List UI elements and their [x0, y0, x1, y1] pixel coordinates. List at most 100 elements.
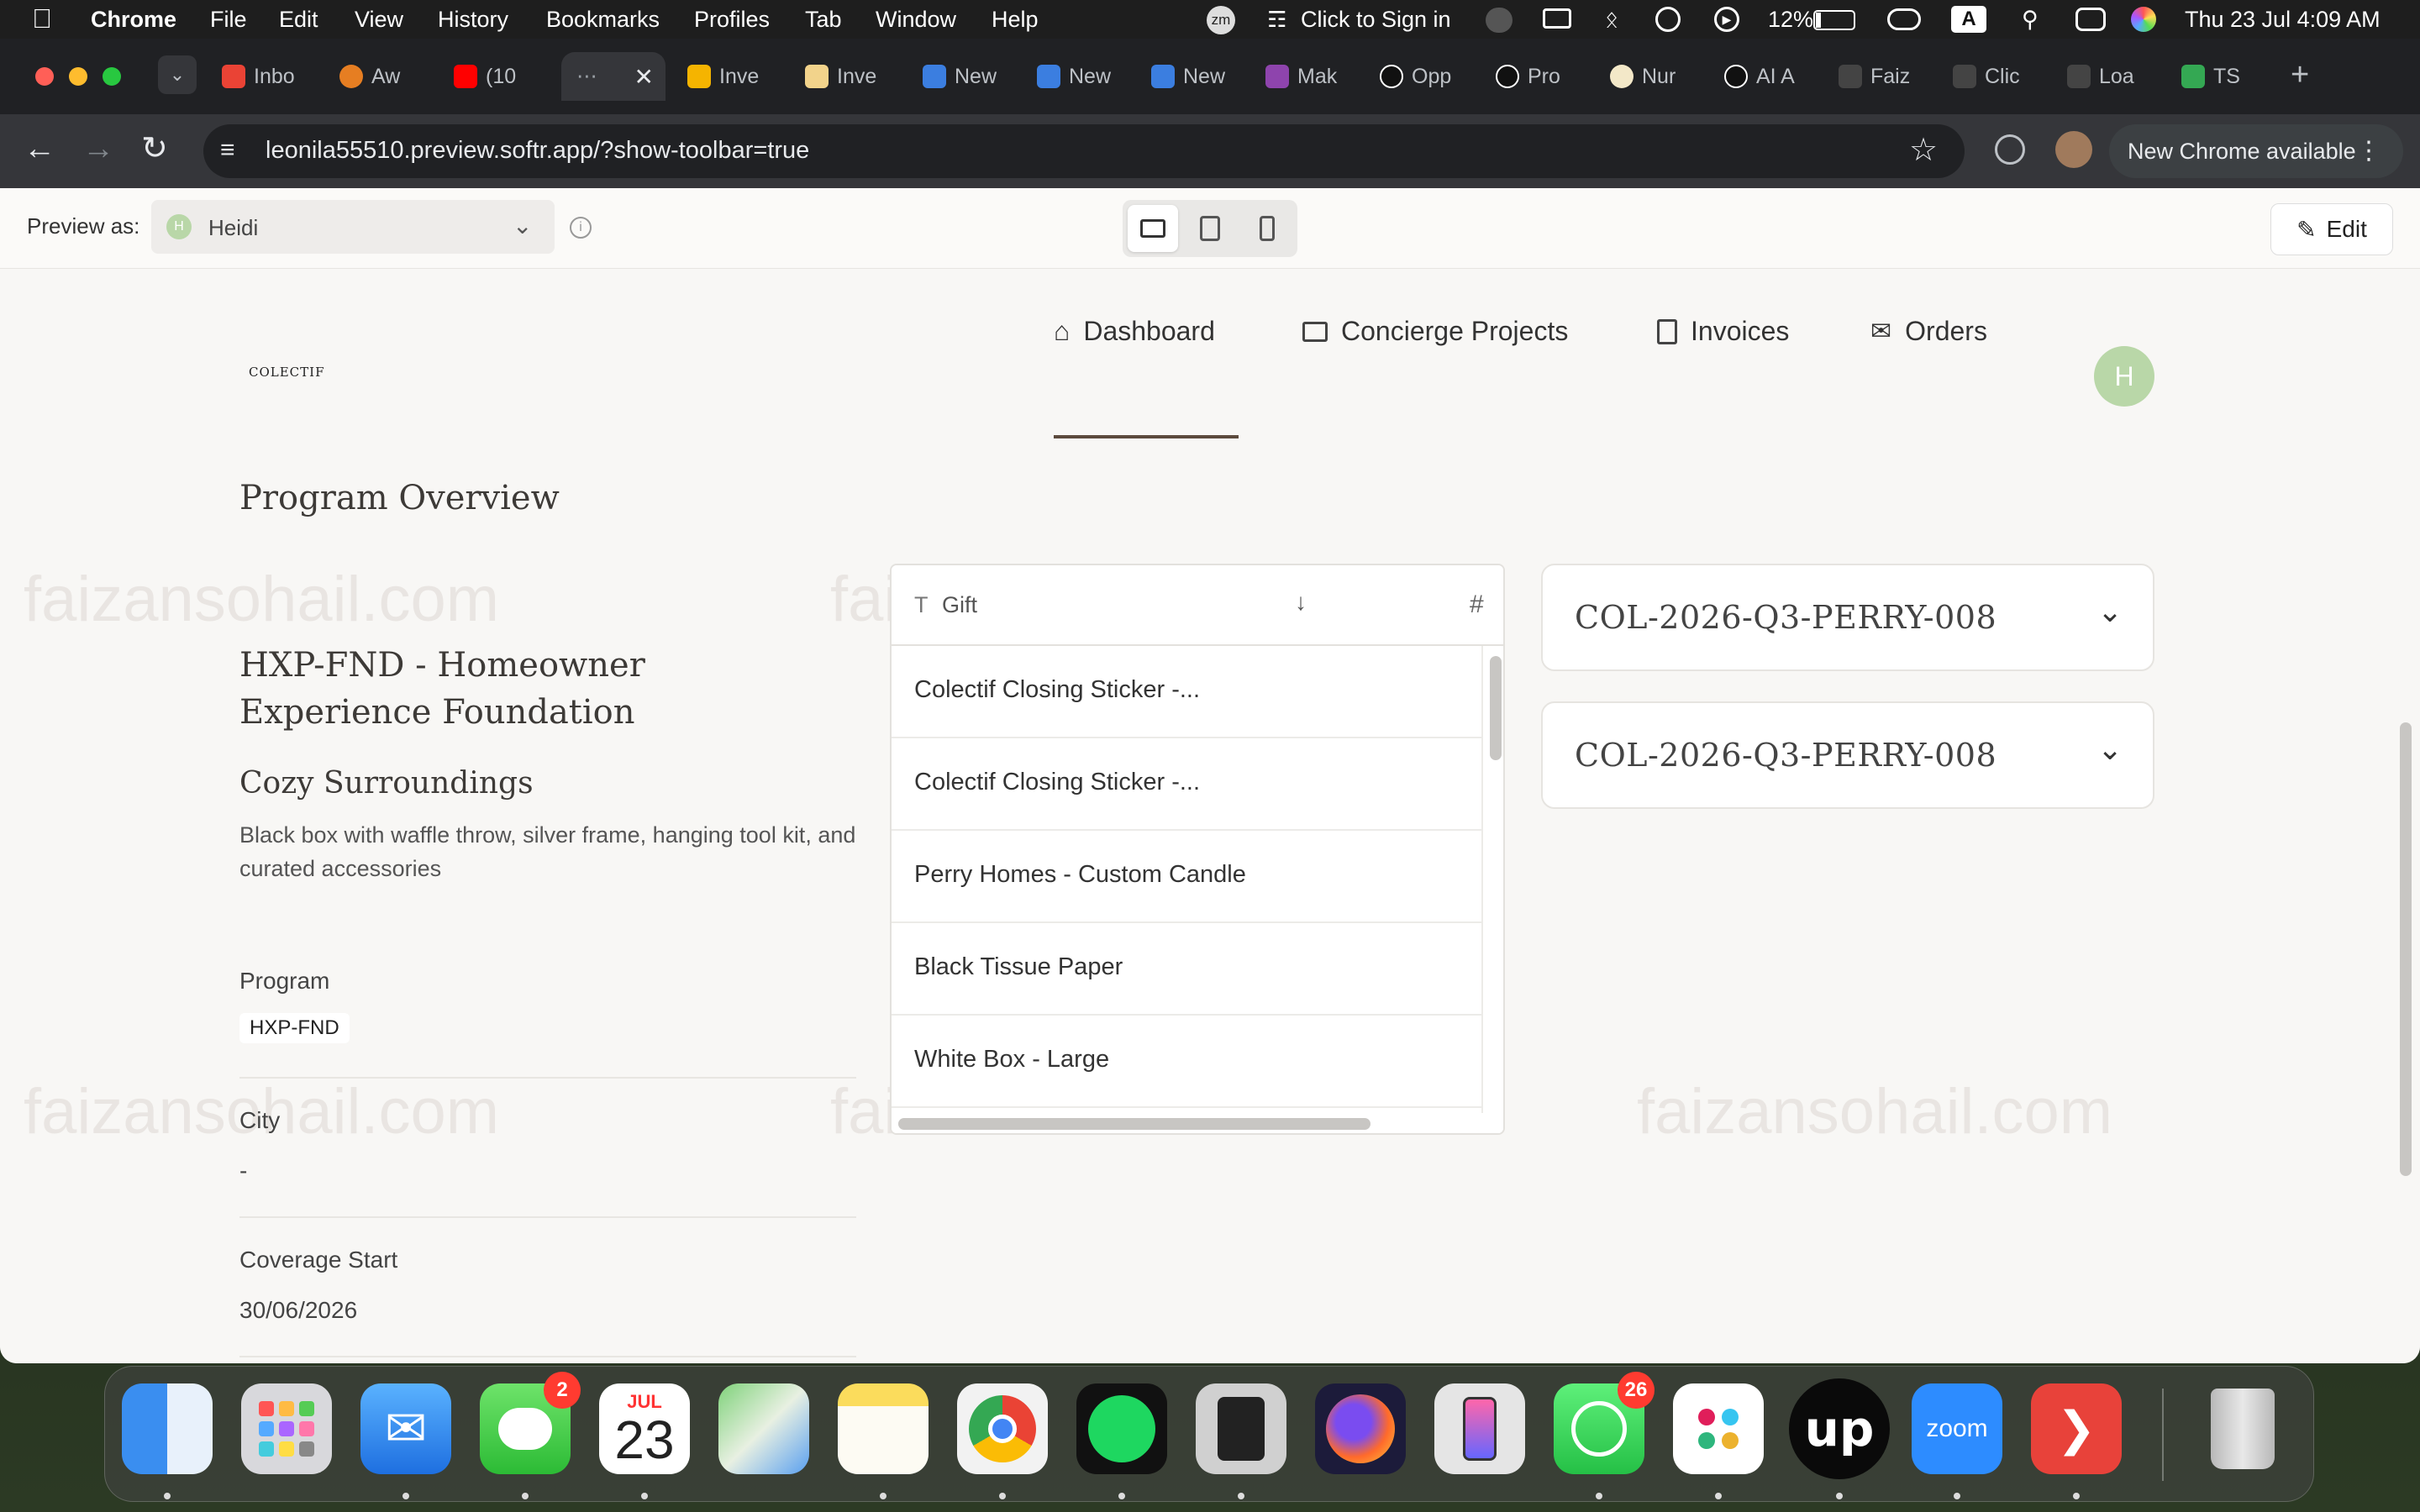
- accordion-item[interactable]: COL-2026-Q3-PERRY-008 ⌄: [1541, 701, 2154, 809]
- bluetooth-icon[interactable]: ᛟ: [1605, 7, 1618, 33]
- click-to-sign-in[interactable]: Click to Sign in: [1301, 7, 1451, 33]
- nav-dashboard[interactable]: ⌂ Dashboard: [1054, 316, 1215, 347]
- mobile-view-button[interactable]: [1242, 205, 1292, 252]
- column-header-gift[interactable]: Gift: [942, 592, 977, 618]
- nav-concierge-projects[interactable]: Concierge Projects: [1302, 316, 1568, 347]
- tab-search-icon[interactable]: ⌄: [158, 55, 197, 94]
- play-icon[interactable]: ▶: [1714, 7, 1739, 32]
- control-center-icon[interactable]: [2075, 8, 2106, 31]
- menu-edit[interactable]: Edit: [279, 7, 318, 33]
- tab-opportunities[interactable]: Opp: [1380, 52, 1464, 101]
- table-row[interactable]: White Box - Large: [892, 1016, 1481, 1108]
- anydesk-icon[interactable]: ❯: [2031, 1383, 2122, 1474]
- sort-arrow-icon[interactable]: ↓: [1295, 589, 1307, 616]
- site-logo[interactable]: COLECTIF: [249, 365, 325, 380]
- tab-new-1[interactable]: New: [923, 52, 1003, 101]
- preview-user-select[interactable]: H Heidi ⌄: [151, 200, 555, 254]
- vertical-scrollbar-thumb[interactable]: [1490, 656, 1502, 760]
- tab-invoices-1[interactable]: Inve: [687, 52, 771, 101]
- tab-new-2[interactable]: New: [1037, 52, 1118, 101]
- tab-click[interactable]: Clic: [1953, 52, 2033, 101]
- calendar-icon[interactable]: JUL 23: [599, 1383, 690, 1474]
- tab-active-softr[interactable]: ⋯ ✕: [561, 52, 666, 101]
- calculator-icon[interactable]: [1196, 1383, 1286, 1474]
- info-icon[interactable]: i: [570, 217, 592, 239]
- back-icon[interactable]: ←: [24, 131, 55, 167]
- menubar-clock[interactable]: Thu 23 Jul 4:09 AM: [2185, 7, 2381, 33]
- desktop-view-button[interactable]: [1128, 205, 1178, 252]
- firefox-icon[interactable]: [1315, 1383, 1406, 1474]
- maps-icon[interactable]: [718, 1383, 809, 1474]
- close-window-icon[interactable]: [35, 67, 54, 86]
- table-row[interactable]: Colectif Closing Sticker -...: [892, 646, 1481, 738]
- accessibility-icon[interactable]: [1655, 7, 1681, 32]
- input-source-icon[interactable]: A: [1951, 6, 1986, 33]
- new-tab-icon[interactable]: +: [2291, 57, 2309, 93]
- close-tab-icon[interactable]: ✕: [634, 63, 666, 91]
- menu-view[interactable]: View: [355, 7, 403, 33]
- more-menu-icon[interactable]: ⋮: [2356, 136, 2381, 165]
- tab-load[interactable]: Loa: [2067, 52, 2148, 101]
- messages-icon[interactable]: 2: [480, 1372, 581, 1474]
- tab-gmail[interactable]: Inbo: [222, 52, 304, 101]
- tab-new-3[interactable]: New: [1151, 52, 1232, 101]
- url-text[interactable]: leonila55510.preview.softr.app/?show-too…: [266, 137, 809, 165]
- whatsapp-icon[interactable]: 26: [1554, 1372, 1655, 1474]
- upwork-status-icon[interactable]: [1486, 8, 1512, 33]
- tab-faizan[interactable]: Faiz: [1839, 52, 1919, 101]
- chevron-down-icon[interactable]: ⌄: [2097, 594, 2123, 629]
- tab-awards[interactable]: Aw: [339, 52, 420, 101]
- menu-profiles[interactable]: Profiles: [694, 7, 770, 33]
- tab-nurture[interactable]: Nur: [1610, 52, 1691, 101]
- number-column-icon[interactable]: #: [1470, 591, 1484, 619]
- tab-make[interactable]: Mak: [1265, 52, 1346, 101]
- spotify-icon[interactable]: [1076, 1383, 1167, 1474]
- zoom-status-icon[interactable]: zm: [1207, 6, 1235, 34]
- menu-file[interactable]: File: [210, 7, 247, 33]
- menu-help[interactable]: Help: [992, 7, 1039, 33]
- bookmark-star-icon[interactable]: ☆: [1909, 131, 1938, 169]
- trash-icon[interactable]: [2197, 1383, 2288, 1474]
- new-chrome-available-button[interactable]: New Chrome available ⋮: [2109, 124, 2403, 178]
- horizontal-scrollbar-thumb[interactable]: [898, 1118, 1370, 1130]
- tab-ts[interactable]: TS: [2181, 52, 2262, 101]
- user-avatar[interactable]: H: [2094, 346, 2154, 407]
- minimize-window-icon[interactable]: [69, 67, 87, 86]
- finder-icon[interactable]: [122, 1383, 213, 1474]
- profile-avatar[interactable]: [2055, 131, 2092, 168]
- upwork-icon[interactable]: up: [1789, 1378, 1890, 1479]
- nav-orders[interactable]: ✉ Orders: [1870, 316, 1987, 347]
- table-row[interactable]: Perry Homes - Custom Candle: [892, 831, 1481, 923]
- display-icon[interactable]: [1543, 8, 1571, 29]
- menu-history[interactable]: History: [438, 7, 508, 33]
- tab-ai[interactable]: AI A: [1724, 52, 1805, 101]
- menu-bookmarks[interactable]: Bookmarks: [546, 7, 660, 33]
- spotlight-icon[interactable]: ⚲: [2022, 7, 2039, 33]
- menu-tab[interactable]: Tab: [805, 7, 842, 33]
- chevron-down-icon[interactable]: ⌄: [2097, 732, 2123, 767]
- chrome-icon[interactable]: [957, 1383, 1048, 1474]
- menu-app-name[interactable]: Chrome: [91, 7, 176, 33]
- tab-youtube[interactable]: (10: [454, 52, 538, 101]
- launchpad-icon[interactable]: [241, 1383, 332, 1474]
- siri-icon[interactable]: [2131, 7, 2156, 32]
- tab-invoices-2[interactable]: Inve: [805, 52, 889, 101]
- table-row[interactable]: Colectif Closing Sticker -...: [892, 738, 1481, 831]
- accordion-item[interactable]: COL-2026-Q3-PERRY-008 ⌄: [1541, 564, 2154, 671]
- link-icon[interactable]: [1887, 8, 1921, 30]
- edit-button[interactable]: ✎ Edit: [2270, 203, 2393, 255]
- menu-window[interactable]: Window: [876, 7, 956, 33]
- zoom-window-icon[interactable]: [103, 67, 121, 86]
- tablet-view-button[interactable]: [1185, 205, 1235, 252]
- table-row[interactable]: Black Tissue Paper: [892, 923, 1481, 1016]
- slack-icon[interactable]: [1673, 1383, 1764, 1474]
- notes-icon[interactable]: [838, 1383, 929, 1474]
- tab-proposals[interactable]: Pro: [1496, 52, 1576, 101]
- mail-app-icon[interactable]: ✉: [360, 1383, 451, 1474]
- page-scrollbar-thumb[interactable]: [2400, 722, 2412, 1176]
- reload-icon[interactable]: ↻: [141, 129, 168, 167]
- zoom-icon[interactable]: zoom: [1912, 1383, 2002, 1474]
- site-info-icon[interactable]: ≡: [220, 136, 235, 165]
- extensions-icon[interactable]: [1995, 134, 2025, 165]
- forward-icon[interactable]: →: [82, 131, 114, 167]
